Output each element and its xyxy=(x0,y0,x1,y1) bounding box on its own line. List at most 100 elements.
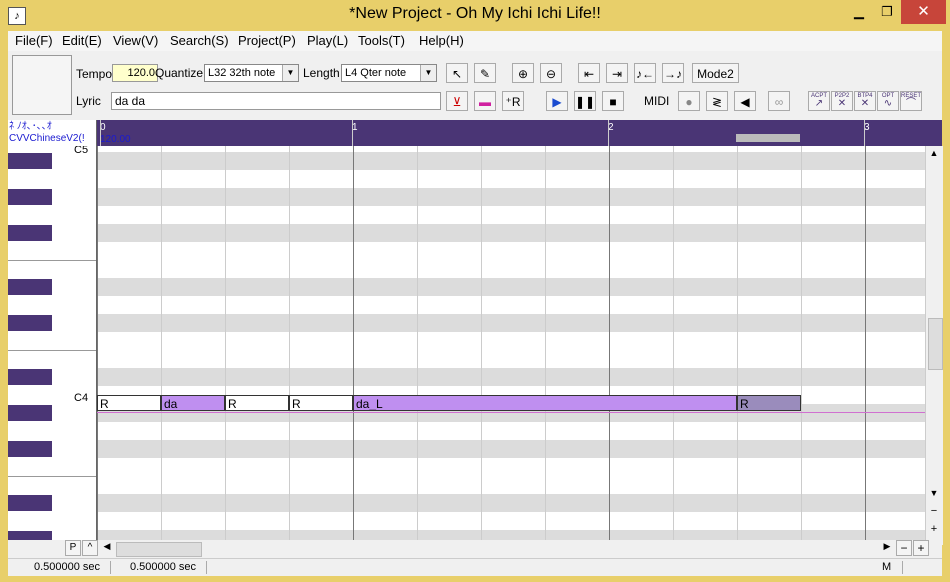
arrow-to-end-icon: ⇥ xyxy=(611,67,623,81)
p-button[interactable]: P xyxy=(65,540,81,556)
scroll-down-button[interactable]: ▼ xyxy=(926,486,942,500)
close-button[interactable]: ✕ xyxy=(901,0,946,24)
zoom-out-button[interactable]: ⊖ xyxy=(540,63,562,83)
menu-file[interactable]: File(F) xyxy=(15,33,53,48)
black-key[interactable] xyxy=(8,225,52,241)
pencil-tool-button[interactable]: ✎ xyxy=(474,63,496,83)
note-block[interactable]: da xyxy=(161,395,225,411)
piano-keyboard[interactable]: C5 C4 xyxy=(8,146,97,545)
menu-help[interactable]: Help(H) xyxy=(419,33,464,48)
note-block[interactable]: R xyxy=(225,395,289,411)
prev-note-button[interactable]: ♪← xyxy=(634,63,656,83)
acpt-curve-icon: ↗ xyxy=(814,98,824,109)
quantize-label: Quantize xyxy=(155,66,204,80)
btp4-button[interactable]: BTP4 ✕ xyxy=(854,91,876,111)
chevron-down-icon: ▼ xyxy=(282,65,298,81)
speaker-button[interactable]: ◀ xyxy=(734,91,756,111)
insert-note-button[interactable]: ⊻ xyxy=(446,91,468,111)
menu-play[interactable]: Play(L) xyxy=(307,33,348,48)
stop-button[interactable]: ■ xyxy=(602,91,624,111)
vzoom-out-button[interactable]: − xyxy=(926,504,942,518)
menu-search[interactable]: Search(S) xyxy=(170,33,229,48)
link-icon: ∞ xyxy=(774,95,784,109)
note-block[interactable]: R xyxy=(737,395,801,411)
scroll-up-button[interactable]: ▲ xyxy=(926,146,942,160)
loop-button[interactable]: ≷ xyxy=(706,91,728,111)
pause-button[interactable]: ❚❚ xyxy=(574,91,596,111)
p2p2-curve-icon: ✕ xyxy=(837,98,847,109)
record-button[interactable]: ● xyxy=(678,91,700,111)
hzoom-out-button[interactable]: − xyxy=(896,540,912,556)
key-label-c4: C4 xyxy=(74,392,89,404)
track-info[interactable]: ﾈ ﾉｵ､･､､ｵ CVVChineseV2(! xyxy=(8,120,97,146)
vertical-scrollbar[interactable]: ▲ ▼ − + xyxy=(925,146,943,545)
stop-icon: ■ xyxy=(609,95,617,109)
black-key[interactable] xyxy=(8,189,52,205)
title-bar: ♪ *New Project - Oh My Ichi Ichi Life!! … xyxy=(0,0,950,31)
black-key[interactable] xyxy=(8,279,52,295)
zoom-in-button[interactable]: ⊕ xyxy=(512,63,534,83)
scroll-right-button[interactable]: ▶ xyxy=(880,541,894,552)
reset-button[interactable]: RESET ⌒ xyxy=(900,91,922,111)
horizontal-scroll-thumb[interactable] xyxy=(116,542,202,557)
lyric-label: Lyric xyxy=(76,94,101,108)
caret-button[interactable]: ^ xyxy=(82,540,98,556)
link-button[interactable]: ∞ xyxy=(768,91,790,111)
p2p2-button[interactable]: P2P2 ✕ xyxy=(831,91,853,111)
playback-range-marker[interactable] xyxy=(736,134,800,142)
measure-line xyxy=(97,146,98,545)
length-value: L4 Qter note xyxy=(345,67,407,79)
measure-line xyxy=(609,146,610,545)
note-block[interactable]: da_L xyxy=(353,395,737,411)
black-key[interactable] xyxy=(8,495,52,511)
loop-icon: ≷ xyxy=(711,95,723,109)
go-end-button[interactable]: ⇥ xyxy=(606,63,628,83)
beat-line xyxy=(289,146,290,545)
black-key[interactable] xyxy=(8,153,52,169)
white-key-divider xyxy=(8,476,96,477)
measure-ruler[interactable]: 0 1 2 3 120.00 xyxy=(8,120,942,146)
minimize-button[interactable]: ▁ xyxy=(845,0,873,24)
lyric-input[interactable]: da da xyxy=(111,92,441,110)
scroll-left-button[interactable]: ◀ xyxy=(100,541,114,552)
black-key[interactable] xyxy=(8,441,52,457)
btp4-curve-icon: ✕ xyxy=(860,98,870,109)
note-block[interactable]: R xyxy=(289,395,353,411)
opt-button[interactable]: OPT ∿ xyxy=(877,91,899,111)
go-start-button[interactable]: ⇤ xyxy=(578,63,600,83)
quantize-select[interactable]: L32 32th note ▼ xyxy=(204,64,299,82)
tempo-label: Tempo xyxy=(76,67,113,81)
play-icon: ▶ xyxy=(552,95,562,109)
client-area: File(F) Edit(E) View(V) Search(S) Projec… xyxy=(8,31,943,576)
note-block[interactable]: R xyxy=(97,395,161,411)
menu-edit[interactable]: Edit(E) xyxy=(62,33,102,48)
menu-view[interactable]: View(V) xyxy=(113,33,158,48)
select-tool-button[interactable]: ↖ xyxy=(446,63,468,83)
record-icon: ● xyxy=(685,95,693,109)
add-note-button[interactable]: ▬ xyxy=(474,91,496,111)
add-rest-button[interactable]: ⁺R xyxy=(502,91,524,111)
tempo-input[interactable]: 120.0 xyxy=(112,64,158,82)
black-key[interactable] xyxy=(8,315,52,331)
length-label: Length xyxy=(303,66,340,80)
pause-icon: ❚❚ xyxy=(575,95,596,109)
menu-tools[interactable]: Tools(T) xyxy=(358,33,405,48)
play-button[interactable]: ▶ xyxy=(546,91,568,111)
black-key[interactable] xyxy=(8,405,52,421)
maximize-button[interactable]: ❐ xyxy=(873,0,901,24)
beat-line xyxy=(161,146,162,545)
note-block-icon: ▬ xyxy=(479,95,491,109)
menu-project[interactable]: Project(P) xyxy=(238,33,296,48)
hzoom-in-button[interactable]: + xyxy=(913,540,929,556)
black-key[interactable] xyxy=(8,369,52,385)
vertical-scroll-thumb[interactable] xyxy=(928,318,943,370)
next-note-button[interactable]: →♪ xyxy=(662,63,684,83)
chevron-down-icon: ▼ xyxy=(420,65,436,81)
length-select[interactable]: L4 Qter note ▼ xyxy=(341,64,437,82)
current-key-line xyxy=(97,412,925,413)
beat-line xyxy=(481,146,482,545)
vzoom-in-button[interactable]: + xyxy=(926,522,942,536)
acpt-button[interactable]: ACPT ↗ xyxy=(808,91,830,111)
mode2-button[interactable]: Mode2 xyxy=(692,63,739,83)
note-grid[interactable]: Rda R Rda_L R xyxy=(97,146,925,545)
